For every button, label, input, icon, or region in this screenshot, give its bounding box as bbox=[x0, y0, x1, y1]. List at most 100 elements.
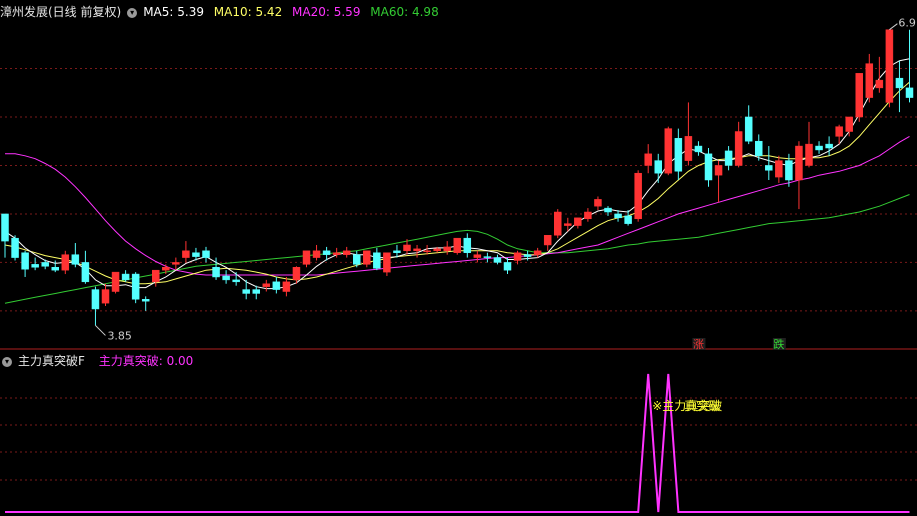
candle-body bbox=[302, 250, 311, 265]
settings-toggle-icon[interactable]: ▾ bbox=[127, 7, 138, 18]
candle-body bbox=[383, 252, 391, 273]
stock-title: 漳州发展(日线 前复权) bbox=[0, 5, 122, 19]
candle-body bbox=[202, 250, 210, 258]
candle-body bbox=[493, 257, 502, 263]
candlestick-chart: 3.856.9涨 跌※主力真突破真突破 bbox=[0, 17, 917, 513]
candle-body bbox=[21, 252, 29, 270]
candle-body bbox=[634, 172, 642, 220]
main-chart-header: 漳州发展(日线 前复权) ▾ MA5: 5.39 MA10: 5.42 MA20: … bbox=[0, 4, 445, 20]
candle-body bbox=[835, 126, 843, 137]
candle-body bbox=[664, 128, 673, 174]
candle-body bbox=[363, 250, 371, 265]
ma10-label: MA10: 5.42 bbox=[213, 5, 283, 19]
candle-body bbox=[252, 289, 260, 294]
candle-body bbox=[564, 223, 572, 226]
candle-body bbox=[423, 250, 431, 253]
indicator-toggle-icon[interactable]: ▾ bbox=[2, 356, 12, 367]
candle-body bbox=[433, 248, 441, 252]
candle-body bbox=[594, 199, 602, 207]
candle-body bbox=[765, 165, 773, 171]
candle-body bbox=[282, 281, 291, 292]
candle-body bbox=[654, 160, 662, 174]
candle-body bbox=[815, 145, 823, 151]
candle-body bbox=[825, 143, 833, 149]
candle-body bbox=[111, 271, 120, 292]
candle-body bbox=[875, 79, 884, 89]
candle-body bbox=[795, 145, 803, 181]
indicator-header: ▾ 主力真突破F 主力真突破: 0.00 bbox=[0, 353, 199, 369]
candle-body bbox=[805, 143, 813, 166]
candle-body bbox=[734, 131, 743, 166]
candle-body bbox=[322, 250, 331, 255]
candle-body bbox=[131, 273, 140, 300]
candle-body bbox=[393, 250, 401, 253]
candle-body bbox=[81, 262, 90, 283]
candle-body bbox=[724, 150, 733, 166]
candle-body bbox=[31, 264, 39, 268]
candle-body bbox=[182, 250, 190, 258]
candle-body bbox=[644, 153, 652, 166]
candle-body bbox=[714, 165, 723, 176]
candle-body bbox=[262, 283, 271, 287]
candle-body bbox=[212, 267, 220, 278]
candle-body bbox=[865, 63, 874, 98]
candle-body bbox=[292, 267, 301, 281]
candle-body bbox=[232, 279, 240, 283]
candle-body bbox=[373, 252, 381, 269]
candle-body bbox=[523, 254, 532, 257]
candle-body bbox=[503, 262, 512, 271]
candle-body bbox=[91, 289, 100, 310]
candle-body bbox=[614, 213, 622, 219]
candle-body bbox=[905, 87, 914, 98]
candle-body bbox=[141, 299, 150, 302]
indicator-name: 主力真突破F bbox=[18, 354, 85, 368]
high-price-label: 6.9 bbox=[898, 17, 916, 30]
candle-body bbox=[71, 254, 80, 265]
candle-body bbox=[463, 237, 472, 253]
candle-body bbox=[513, 252, 522, 261]
candle-body bbox=[152, 269, 160, 283]
candle-body bbox=[41, 262, 49, 267]
candle-body bbox=[443, 246, 451, 252]
high-price-pointer bbox=[889, 23, 898, 31]
candle-body bbox=[403, 244, 411, 252]
candle-body bbox=[11, 237, 19, 258]
candle-body bbox=[162, 267, 170, 271]
candle-body bbox=[172, 262, 180, 265]
candle-body bbox=[554, 211, 562, 236]
low-price-label: 3.85 bbox=[107, 329, 132, 342]
candle-body bbox=[755, 140, 763, 157]
candle-body bbox=[624, 215, 632, 224]
candle-body bbox=[574, 217, 582, 226]
candle-body bbox=[312, 250, 321, 258]
indicator-line bbox=[5, 373, 910, 513]
candle-body bbox=[61, 254, 70, 271]
candle-body bbox=[895, 77, 904, 89]
candle-body bbox=[584, 211, 592, 220]
candle-body bbox=[342, 250, 351, 255]
candle-body bbox=[533, 250, 542, 255]
candle-body bbox=[222, 275, 230, 281]
candle-body bbox=[845, 116, 853, 132]
signal-label-b: 真突破 bbox=[684, 398, 720, 413]
ma20-label: MA20: 5.59 bbox=[292, 5, 361, 19]
candle-body bbox=[353, 254, 361, 265]
candle-body bbox=[242, 289, 250, 294]
candle-body bbox=[855, 73, 863, 118]
candle-body bbox=[121, 273, 130, 281]
candle-body bbox=[744, 116, 753, 142]
candle-body bbox=[51, 267, 59, 271]
candle-body bbox=[101, 289, 110, 304]
low-price-pointer bbox=[95, 325, 106, 336]
candle-body bbox=[332, 252, 341, 255]
candle-body bbox=[684, 136, 693, 161]
candle-body bbox=[775, 160, 783, 178]
candle-body bbox=[604, 207, 612, 213]
candle-body bbox=[704, 153, 713, 181]
indicator-value: 主力真突破: 0.00 bbox=[98, 354, 194, 368]
ma60-label: MA60: 4.98 bbox=[370, 5, 439, 19]
candle-body bbox=[674, 138, 683, 172]
down-marker: 跌 bbox=[773, 337, 784, 351]
up-marker: 涨 bbox=[693, 338, 704, 351]
candle-body bbox=[1, 213, 9, 242]
